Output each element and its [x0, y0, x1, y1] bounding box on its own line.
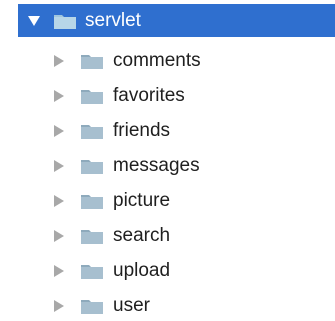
- project-tree: servlet comments favorites friends messa…: [0, 0, 335, 321]
- tree-node-label: friends: [113, 120, 171, 141]
- tree-node-friends[interactable]: friends: [0, 113, 335, 148]
- tree-node-favorites[interactable]: favorites: [0, 78, 335, 113]
- tree-node-label: search: [113, 225, 171, 246]
- folder-icon: [79, 121, 104, 141]
- tree-node-label: picture: [113, 190, 171, 211]
- tree-node-messages[interactable]: messages: [0, 148, 335, 183]
- triangle-right-icon[interactable]: [49, 51, 69, 71]
- triangle-right-icon[interactable]: [49, 156, 69, 176]
- folder-icon: [79, 156, 104, 176]
- folder-icon: [79, 191, 104, 211]
- folder-icon: [79, 51, 104, 71]
- folder-icon: [79, 86, 104, 106]
- triangle-right-icon[interactable]: [49, 86, 69, 106]
- tree-node-search[interactable]: search: [0, 218, 335, 253]
- folder-icon: [79, 261, 104, 281]
- tree-node-servlet[interactable]: servlet: [18, 4, 335, 37]
- triangle-right-icon[interactable]: [49, 191, 69, 211]
- tree-node-label: favorites: [113, 85, 185, 106]
- folder-icon: [52, 11, 77, 31]
- tree-node-comments[interactable]: comments: [0, 43, 335, 78]
- tree-node-upload[interactable]: upload: [0, 253, 335, 288]
- folder-icon: [79, 226, 104, 246]
- tree-node-label: messages: [113, 155, 200, 176]
- triangle-right-icon[interactable]: [49, 121, 69, 141]
- triangle-right-icon[interactable]: [49, 261, 69, 281]
- tree-node-label: user: [113, 295, 150, 316]
- tree-node-label: comments: [113, 50, 201, 71]
- triangle-down-icon[interactable]: [24, 11, 44, 31]
- triangle-right-icon[interactable]: [49, 226, 69, 246]
- tree-node-label: servlet: [85, 10, 141, 31]
- folder-icon: [79, 296, 104, 316]
- tree-node-picture[interactable]: picture: [0, 183, 335, 218]
- tree-node-user[interactable]: user: [0, 288, 335, 321]
- tree-node-label: upload: [113, 260, 171, 281]
- triangle-right-icon[interactable]: [49, 296, 69, 316]
